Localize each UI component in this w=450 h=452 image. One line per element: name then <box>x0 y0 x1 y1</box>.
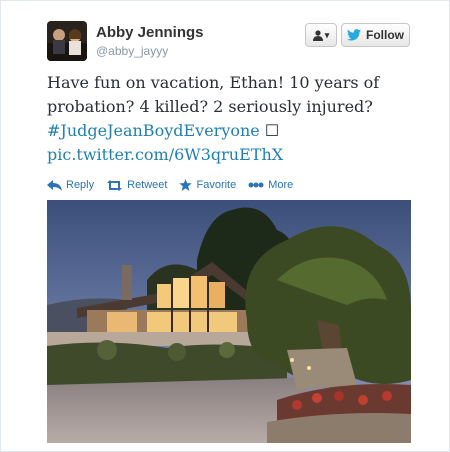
favorite-button[interactable]: Favorite <box>179 179 236 191</box>
retweet-label: Retweet <box>127 179 168 191</box>
more-button[interactable]: More <box>248 179 293 191</box>
reply-label: Reply <box>66 179 95 191</box>
person-icon <box>312 29 323 41</box>
follow-button[interactable]: Follow <box>341 23 410 47</box>
avatar[interactable] <box>47 21 87 61</box>
twitter-bird-icon <box>347 29 361 41</box>
retweet-button[interactable]: Retweet <box>106 179 167 191</box>
unknown-glyph: ☐ <box>264 121 280 140</box>
pic-link[interactable]: pic.twitter.com/6W3qruEThX <box>47 143 427 167</box>
tweet-line-1: Have fun on vacation, Ethan! 10 years of <box>47 73 380 92</box>
retweet-icon <box>107 179 123 191</box>
favorite-label: Favorite <box>196 179 237 191</box>
more-label: More <box>268 179 294 191</box>
user-handle[interactable]: @abby_jayyy <box>96 44 168 58</box>
caret-icon: ▾ <box>324 29 330 40</box>
tweet-actions: Reply Retweet Favorite More <box>47 177 305 193</box>
dots-icon <box>248 182 264 188</box>
tweet-text: Have fun on vacation, Ethan! 10 years of… <box>47 71 427 167</box>
tweet-photo[interactable] <box>47 200 411 443</box>
reply-arrow-icon <box>47 179 62 191</box>
hashtag-link[interactable]: #JudgeJeanBoydEveryone <box>47 121 260 140</box>
tweet-card: Abby Jennings @abby_jayyy ▾ Follow Have … <box>0 0 450 452</box>
tweet-line-2: probation? 4 killed? 2 seriously injured… <box>47 97 373 116</box>
display-name[interactable]: Abby Jennings <box>96 24 204 41</box>
follow-label: Follow <box>366 28 404 42</box>
reply-button[interactable]: Reply <box>47 179 94 191</box>
user-actions-button[interactable]: ▾ <box>305 23 337 47</box>
star-icon <box>179 179 193 191</box>
